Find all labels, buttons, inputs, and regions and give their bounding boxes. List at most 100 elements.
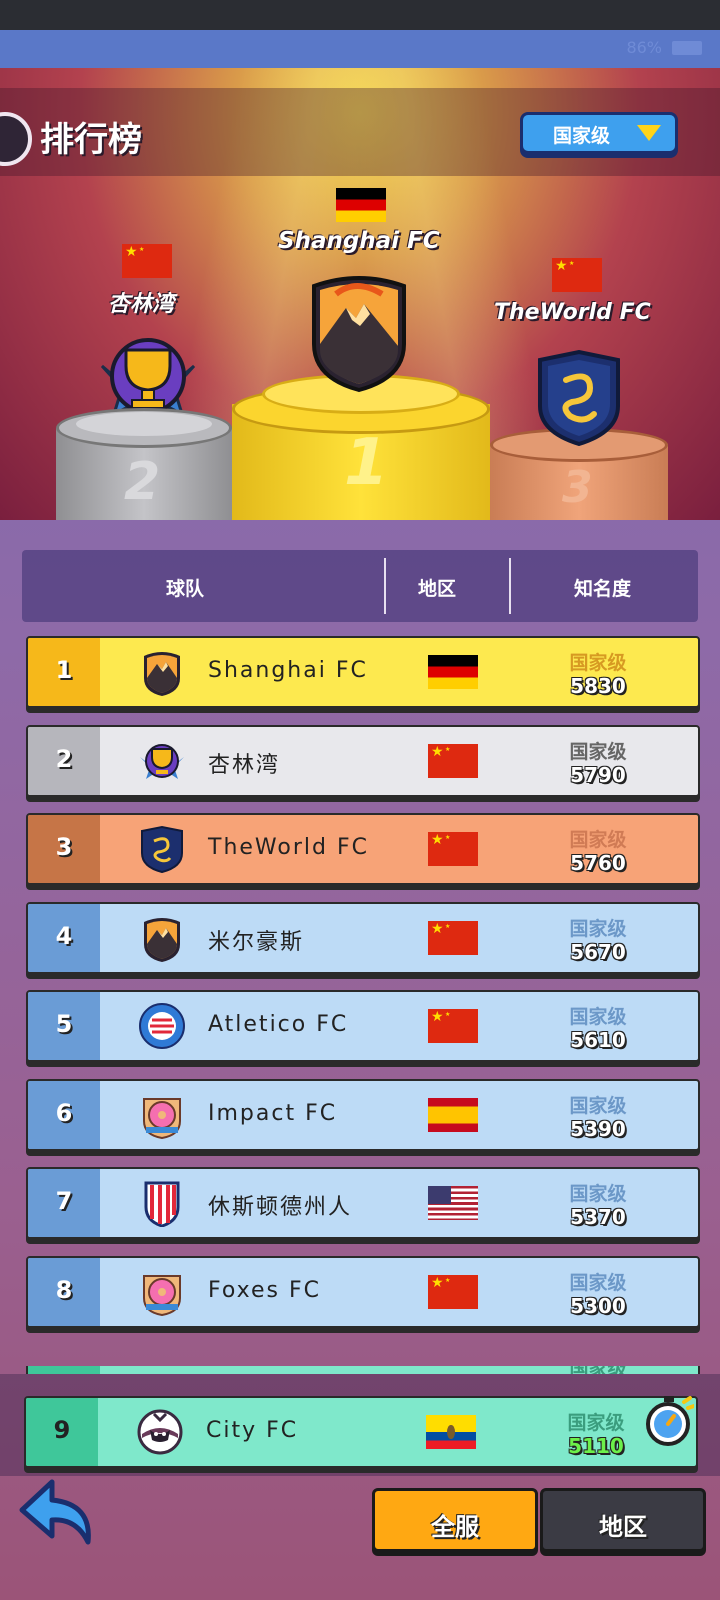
row-flag-icon: [428, 655, 478, 689]
podium-3-flag-icon: [552, 258, 602, 292]
row-flag-icon: [428, 1097, 478, 1132]
podium-1-volcano-crest-icon: [312, 276, 406, 393]
row-team-name: Atletico FC: [208, 1012, 349, 1037]
column-region: 地区: [418, 578, 457, 600]
row-rank: 5: [55, 1010, 73, 1038]
tier-dropdown-label: 国家级: [553, 125, 611, 147]
donut-crest-icon: [143, 1274, 181, 1316]
row-tier: 国家级: [569, 917, 627, 940]
podium-2-number: 2: [124, 452, 161, 512]
rank-cell: 8: [28, 1257, 100, 1326]
row-rank: 4: [55, 921, 73, 950]
table-row[interactable]: 3 TheWorld FC 国家级5760: [26, 813, 700, 885]
volcano-crest-icon: [144, 652, 180, 696]
table-row[interactable]: 国家级: [26, 1366, 700, 1374]
podium-2-name: 杏林湾: [108, 292, 175, 317]
my-team-row[interactable]: 9 City FC 国家级 5110: [24, 1396, 698, 1468]
row-fame: 5790: [570, 762, 626, 787]
row-team-name: 杏林湾: [208, 752, 281, 778]
rank-cell: 1: [28, 638, 100, 706]
row-rank: 3: [55, 833, 73, 861]
row-tier: 国家级: [569, 1183, 627, 1205]
leaderboard-column-header: 球队 地区 知名度: [22, 550, 698, 622]
table-row[interactable]: 8 Foxes FC 国家级5300: [26, 1255, 700, 1328]
stopwatch-icon[interactable]: [644, 1394, 694, 1448]
row-flag-icon: [428, 1009, 478, 1043]
tab-region-label: 地区: [599, 1513, 647, 1541]
row-tier: 国家级: [569, 1006, 627, 1028]
rank-cell: [28, 1366, 100, 1374]
row-rank: 2: [55, 744, 73, 773]
row-team-name: Foxes FC: [208, 1277, 322, 1303]
row-flag-icon: [428, 1274, 478, 1309]
column-fame: 知名度: [574, 578, 632, 600]
scope-tabs: 全服 地区: [372, 1488, 708, 1552]
row-tier: 国家级: [567, 1412, 625, 1434]
column-team: 球队: [166, 578, 205, 600]
tier-dropdown[interactable]: 国家级: [520, 112, 678, 154]
column-divider: [384, 558, 386, 614]
rank-cell: 9: [26, 1398, 98, 1466]
rank-cell: 5: [28, 992, 100, 1060]
podium-2-block: 2: [56, 408, 232, 520]
trophy-crest-icon: [140, 743, 184, 779]
table-row[interactable]: 6 Impact FC 国家级 5390: [26, 1078, 700, 1151]
table-row[interactable]: 4 米尔豪斯 国家级5670: [26, 901, 700, 974]
striped-shield-crest-icon: [144, 1181, 180, 1227]
row-flag-icon: [428, 832, 478, 866]
system-top-bar: [0, 0, 720, 30]
podium-1-number: 1: [344, 426, 389, 500]
row-flag-icon: [426, 1415, 476, 1449]
rank-cell: 2: [28, 726, 100, 795]
row-team-name: City FC: [206, 1418, 299, 1443]
row-fame: 5670: [570, 939, 626, 964]
row-fame: 5370: [570, 1205, 626, 1229]
battery-icon: [672, 41, 702, 55]
column-divider: [509, 558, 511, 614]
row-tier: 国家级: [569, 740, 627, 763]
table-row[interactable]: 5 Atletico FC 国家级5610: [26, 990, 700, 1062]
podium-1-flag-icon: [336, 188, 386, 222]
rank-cell: 7: [28, 1169, 100, 1237]
row-team-name: 米尔豪斯: [208, 929, 305, 955]
row-fame: 5110: [568, 1434, 624, 1458]
badger-crest-icon: [137, 1409, 183, 1455]
row-team-name: 休斯顿德州人: [208, 1195, 353, 1220]
row-team-name: Impact FC: [208, 1100, 338, 1126]
back-arrow-icon[interactable]: [18, 1476, 98, 1550]
table-row[interactable]: 1 Shanghai FC 国家级 5830: [26, 636, 700, 708]
row-flag-icon: [428, 1186, 478, 1220]
row-fame: 5610: [570, 1028, 626, 1052]
row-tier: 国家级: [569, 1271, 627, 1294]
row-tier: 国家级: [569, 829, 627, 851]
row-team-name: TheWorld FC: [208, 835, 369, 860]
table-row[interactable]: 7 休斯顿德州人 国家级 5370: [26, 1167, 700, 1239]
table-row[interactable]: 2 杏林湾 国家级5790: [26, 724, 700, 797]
tab-server-wide[interactable]: 全服: [372, 1488, 538, 1552]
donut-crest-icon: [143, 1097, 181, 1139]
page-title: 排行榜: [40, 120, 142, 160]
row-tier: 国家级: [538, 1366, 658, 1374]
volcano-crest-icon: [144, 917, 180, 962]
row-flag-icon: [428, 920, 478, 955]
row-rank: 9: [53, 1416, 71, 1444]
dragon-crest-icon: [141, 825, 183, 873]
rank-cell: 4: [28, 903, 100, 972]
row-flag-icon: [428, 743, 478, 778]
battery-percent: 86%: [626, 38, 662, 57]
row-fame: 5300: [570, 1293, 626, 1318]
podium-3-name: TheWorld FC: [494, 300, 651, 325]
podium-1-name: Shanghai FC: [278, 228, 440, 254]
podium-1-block: 1: [232, 374, 490, 520]
row-rank: 1: [55, 656, 73, 684]
row-team-name: Shanghai FC: [208, 658, 368, 683]
striped-circle-crest-icon: [139, 1003, 185, 1049]
row-tier: 国家级: [569, 1094, 627, 1117]
podium-2-flag-icon: [122, 244, 172, 278]
rank-cell: 3: [28, 815, 100, 883]
tab-region[interactable]: 地区: [540, 1488, 706, 1552]
row-fame: 5390: [570, 1116, 626, 1141]
row-rank: 8: [55, 1275, 73, 1304]
row-fame: 5760: [570, 851, 626, 875]
dropdown-triangle-icon: [637, 125, 661, 141]
